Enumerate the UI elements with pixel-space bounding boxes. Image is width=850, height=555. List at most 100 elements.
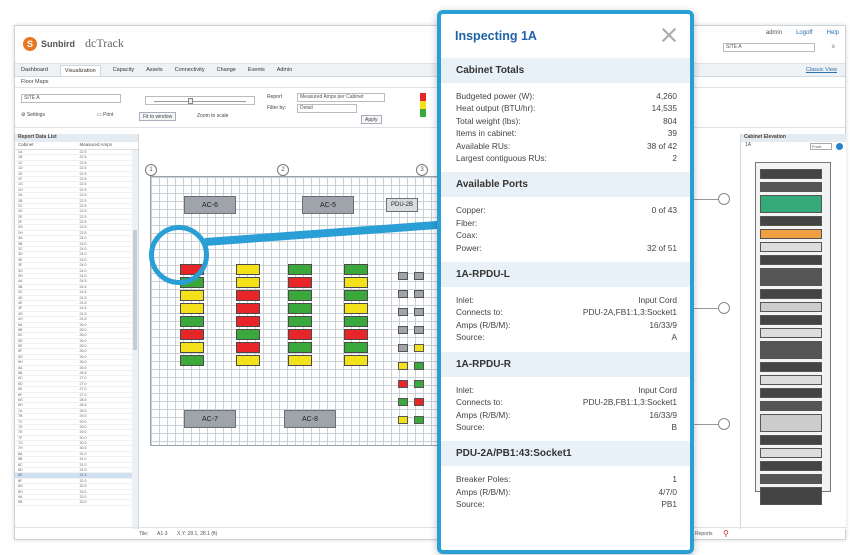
cabinet-tile[interactable]	[414, 380, 424, 388]
cabinet-tile[interactable]	[180, 316, 204, 327]
elevation-view-select[interactable]: Front	[810, 143, 832, 150]
site-go-button[interactable]: ≥	[832, 44, 835, 50]
tab-events[interactable]: Events	[248, 67, 265, 73]
scroll-thumb[interactable]	[133, 230, 137, 350]
cabinet-tile[interactable]	[398, 326, 408, 334]
rack-device[interactable]	[760, 328, 822, 338]
tab-dashboard[interactable]: Dashboard	[21, 67, 48, 73]
cabinet-tile[interactable]	[344, 264, 368, 275]
cabinet-tile[interactable]	[288, 303, 312, 314]
cabinet-tile[interactable]	[236, 342, 260, 353]
col-cabinet[interactable]: Cabinet	[15, 142, 77, 149]
cabinet-tile[interactable]	[344, 290, 368, 301]
cabinet-tile[interactable]	[398, 362, 408, 370]
cabinet-tile[interactable]	[414, 416, 424, 424]
cabinet-tile[interactable]	[398, 398, 408, 406]
rack-device[interactable]	[760, 414, 822, 432]
cabinet-tile[interactable]	[414, 290, 424, 298]
cabinet-tile[interactable]	[398, 416, 408, 424]
cabinet-tile[interactable]	[180, 329, 204, 340]
cabinet-tile[interactable]	[398, 380, 408, 388]
cabinet-tile[interactable]	[398, 272, 408, 280]
zoom-slider[interactable]	[145, 96, 255, 105]
rack-device[interactable]	[760, 302, 822, 312]
cabinet-tile[interactable]	[414, 326, 424, 334]
rack-device[interactable]	[760, 315, 822, 325]
rack-device[interactable]	[760, 388, 822, 398]
tab-change[interactable]: Change	[217, 67, 236, 73]
rack-device[interactable]	[760, 341, 822, 359]
rack-device[interactable]	[760, 401, 822, 411]
ac-unit[interactable]: AC-7	[184, 410, 236, 428]
report-list-scrollbar[interactable]	[132, 150, 138, 529]
cabinet-tile[interactable]	[288, 264, 312, 275]
reports-link[interactable]: Reports	[695, 531, 713, 537]
col-amps[interactable]: Measured Amps	[77, 142, 139, 149]
pin-icon[interactable]: ⚲	[723, 529, 729, 538]
classic-view-link[interactable]: Classic View	[806, 67, 837, 73]
cabinet-tile[interactable]	[414, 344, 424, 352]
cabinet-tile[interactable]	[180, 342, 204, 353]
rack-device[interactable]	[760, 289, 822, 299]
report-select[interactable]: Measured Amps per Cabinet	[297, 93, 385, 102]
tab-visualization[interactable]: Visualization	[59, 64, 101, 76]
cabinet-tile[interactable]	[414, 398, 424, 406]
cabinet-tile[interactable]	[398, 290, 408, 298]
tab-assets[interactable]: Assets	[146, 67, 163, 73]
ac-unit[interactable]: AC-6	[184, 196, 236, 214]
settings-button[interactable]: ⚙ Settings	[21, 112, 45, 118]
location-select[interactable]: SITE A	[21, 94, 121, 103]
print-button[interactable]: ▭ Print	[97, 112, 113, 118]
cabinet-tile[interactable]	[236, 316, 260, 327]
fit-to-window-button[interactable]: Fit to window	[139, 112, 177, 121]
zoom-knob[interactable]	[188, 98, 193, 104]
cabinet-tile[interactable]	[344, 355, 368, 366]
rack-device[interactable]	[760, 474, 822, 484]
cabinet-tile[interactable]	[180, 290, 204, 301]
info-icon[interactable]	[836, 143, 843, 150]
ac-unit[interactable]: AC-5	[302, 196, 354, 214]
cabinet-tile[interactable]	[236, 355, 260, 366]
close-icon[interactable]	[660, 26, 678, 44]
cabinet-tile[interactable]	[414, 308, 424, 316]
zoom-to-scale-button[interactable]: Zoom to scale	[197, 113, 228, 119]
logoff-link[interactable]: Logoff	[796, 30, 813, 36]
cabinet-tile[interactable]	[236, 290, 260, 301]
cabinet-tile[interactable]	[288, 355, 312, 366]
pdu-unit[interactable]: PDU-2B	[386, 198, 418, 212]
cabinet-tile[interactable]	[288, 277, 312, 288]
tab-capacity[interactable]: Capacity	[113, 67, 134, 73]
rack-device[interactable]	[760, 448, 822, 458]
cabinet-tile[interactable]	[344, 316, 368, 327]
help-link[interactable]: Help	[827, 30, 839, 36]
cabinet-tile[interactable]	[236, 303, 260, 314]
rack-device[interactable]	[760, 195, 822, 213]
cabinet-tile[interactable]	[414, 272, 424, 280]
filter-select[interactable]: Detail	[297, 104, 357, 113]
site-select[interactable]: SITE A	[723, 43, 815, 52]
cabinet-tile[interactable]	[288, 329, 312, 340]
cabinet-tile[interactable]	[344, 303, 368, 314]
rack-device[interactable]	[760, 435, 822, 445]
cabinet-tile[interactable]	[344, 277, 368, 288]
cabinet-tile[interactable]	[236, 264, 260, 275]
rack-device[interactable]	[760, 242, 822, 252]
table-row[interactable]: 9B 33.5	[15, 500, 138, 506]
cabinet-tile[interactable]	[288, 316, 312, 327]
rack-device[interactable]	[760, 216, 822, 226]
rack-elevation[interactable]	[755, 162, 831, 505]
rack-device[interactable]	[760, 375, 822, 385]
cabinet-tile[interactable]	[414, 362, 424, 370]
rack-device[interactable]	[760, 169, 822, 179]
rack-device[interactable]	[760, 268, 822, 286]
cabinet-tile[interactable]	[344, 342, 368, 353]
cabinet-tile[interactable]	[398, 344, 408, 352]
rack-device[interactable]	[760, 255, 822, 265]
tab-connectivity[interactable]: Connectivity	[175, 67, 205, 73]
rack-device[interactable]	[760, 182, 822, 192]
rack-device[interactable]	[760, 229, 822, 239]
tab-admin[interactable]: Admin	[277, 67, 293, 73]
apply-button[interactable]: Apply	[361, 115, 382, 124]
rack-device[interactable]	[760, 362, 822, 372]
rack-device[interactable]	[760, 487, 822, 505]
